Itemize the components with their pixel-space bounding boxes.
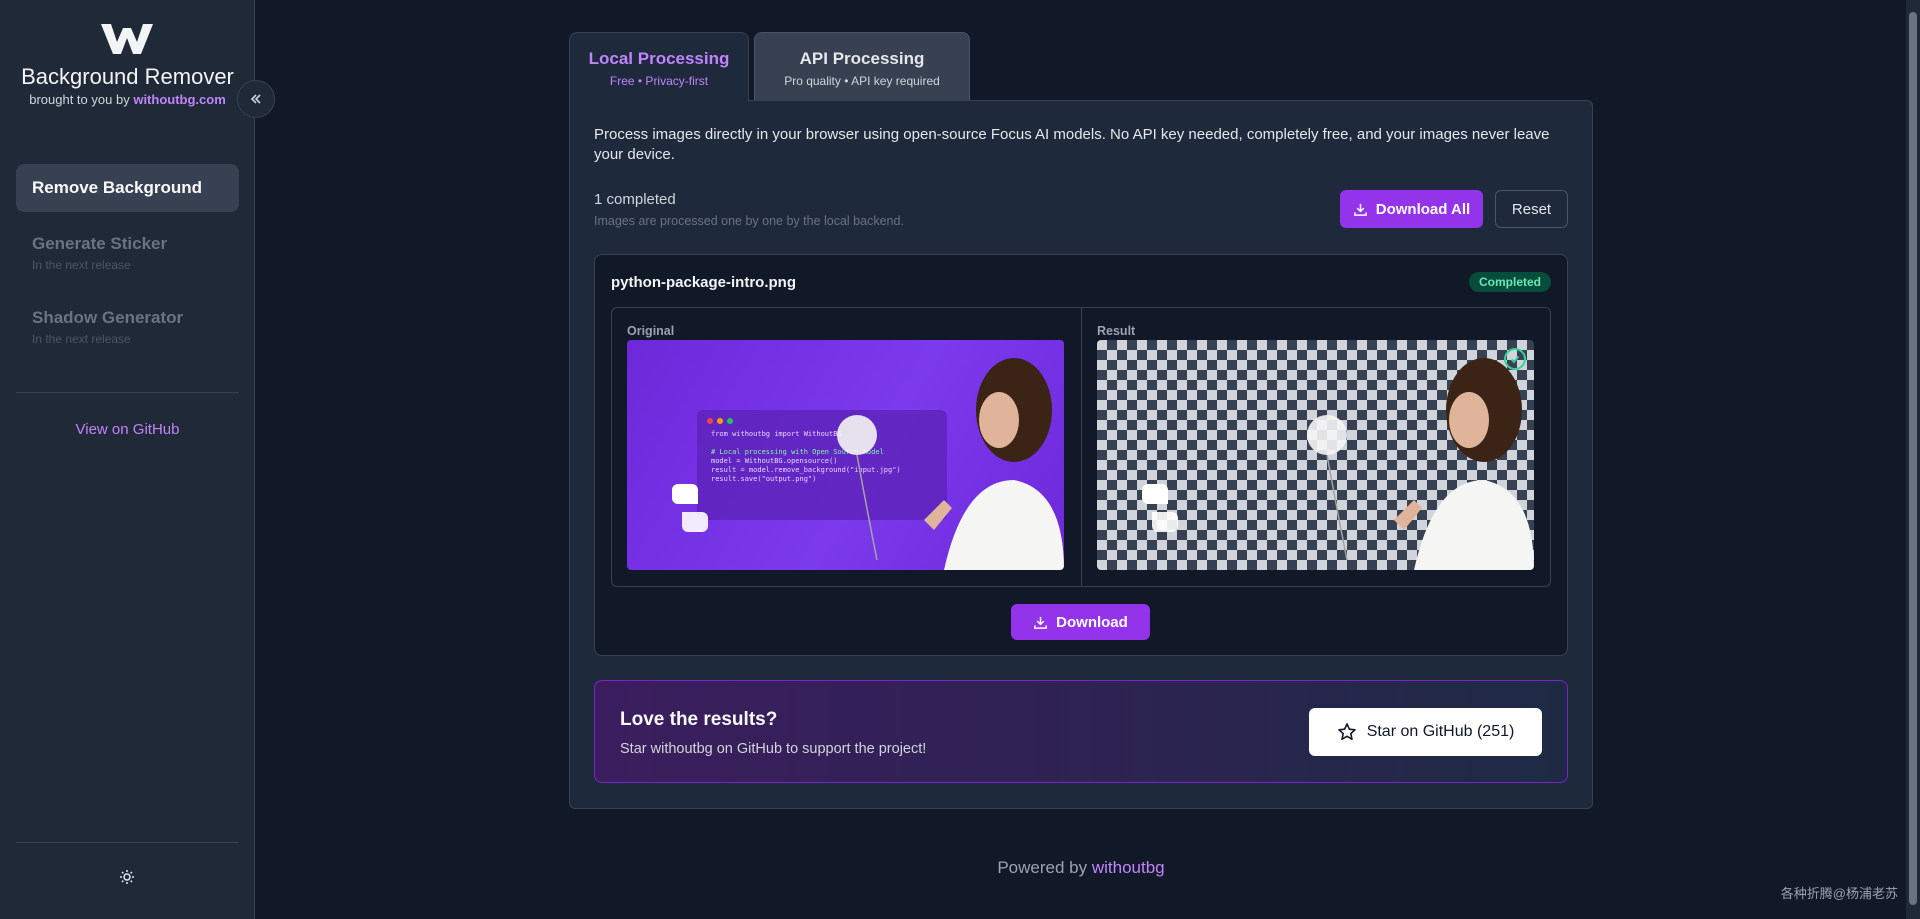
- star-label: Star on GitHub (251): [1366, 723, 1515, 740]
- chevrons-left-icon: [250, 94, 261, 104]
- download-all-button[interactable]: Download All: [1340, 190, 1483, 228]
- processing-note: Images are processed one by one by the l…: [594, 214, 904, 228]
- window-dot: [717, 418, 723, 424]
- reset-button[interactable]: Reset: [1495, 190, 1568, 228]
- collapse-sidebar-button[interactable]: [237, 80, 275, 118]
- status-badge: Completed: [1468, 272, 1551, 292]
- result-image: [1097, 340, 1534, 570]
- scrollbar-thumb[interactable]: [1909, 12, 1917, 905]
- tab-label: Local Processing: [588, 49, 730, 68]
- code-line: result.save("output.png"): [711, 475, 817, 483]
- code-line: result = model.remove_background("input.…: [711, 466, 901, 474]
- tab-local-processing[interactable]: Local Processing Free • Privacy-first: [569, 32, 749, 102]
- local-processing-panel: Process images directly in your browser …: [569, 100, 1593, 809]
- dandelion-icon: [837, 415, 878, 560]
- woman-photo: [924, 358, 1064, 570]
- view-on-github-link[interactable]: View on GitHub: [0, 421, 255, 438]
- footer-prefix: Powered by: [997, 858, 1088, 877]
- tab-sub: Free • Privacy-first: [609, 74, 709, 88]
- app-title: Background Remover: [21, 64, 234, 89]
- footer-link[interactable]: withoutbg: [1092, 858, 1165, 877]
- python-logo-icon: [672, 484, 708, 532]
- nav-label: Remove Background: [32, 178, 203, 197]
- code-line: model = WithoutBG.opensource(): [711, 457, 838, 465]
- completed-count: 1 completed: [594, 191, 676, 208]
- watermark: 各种折腾@杨浦老苏: [1780, 886, 1898, 901]
- download-icon: [1353, 203, 1367, 216]
- python-logo-icon: [1142, 484, 1178, 532]
- nav-label: Generate Sticker: [32, 234, 168, 253]
- theme-toggle-button[interactable]: [116, 866, 138, 888]
- image-comparison: Original from withoutbg import WithoutBG…: [611, 307, 1551, 587]
- nav-label: Shadow Generator: [32, 308, 184, 327]
- sidebar: Background Remover brought to you by wit…: [0, 0, 255, 919]
- dandelion-icon: [1307, 415, 1348, 560]
- byline-prefix: brought to you by: [29, 92, 130, 107]
- sidebar-divider: [16, 842, 239, 843]
- github-promo-banner: Love the results? Star withoutbg on GitH…: [594, 680, 1568, 783]
- check-icon: [1510, 355, 1520, 364]
- woman-cutout: [1394, 358, 1534, 570]
- sidebar-divider: [16, 392, 239, 393]
- promo-subtitle: Star withoutbg on GitHub to support the …: [620, 741, 927, 757]
- nav-generate-sticker: Generate Sticker In the next release: [16, 234, 239, 272]
- scrollbar[interactable]: [1906, 0, 1920, 919]
- nav-sub: In the next release: [32, 332, 131, 346]
- result-pane: Result: [1081, 308, 1550, 586]
- download-all-label: Download All: [1375, 200, 1471, 218]
- withoutbg-logo-icon: [101, 24, 153, 54]
- star-on-github-button[interactable]: Star on GitHub (251): [1309, 708, 1542, 756]
- nav-remove-background[interactable]: Remove Background: [16, 164, 239, 212]
- code-line: # Local processing with Open Source mode…: [711, 448, 884, 456]
- file-name: python-package-intro.png: [611, 274, 796, 291]
- download-button[interactable]: Download: [1011, 604, 1150, 640]
- tab-label: API Processing: [799, 49, 925, 68]
- window-dot: [707, 418, 713, 424]
- original-image: from withoutbg import WithoutBG # Local …: [627, 340, 1064, 570]
- code-line: from withoutbg import WithoutBG: [711, 430, 842, 438]
- window-dot: [727, 418, 733, 424]
- tab-sub: Pro quality • API key required: [784, 74, 940, 88]
- promo-title: Love the results?: [620, 709, 778, 730]
- result-card: python-package-intro.png Completed Origi…: [594, 254, 1568, 656]
- check-circle-icon: [1504, 348, 1526, 370]
- download-icon: [1034, 616, 1048, 629]
- panel-description: Process images directly in your browser …: [594, 126, 1550, 163]
- nav-sub: In the next release: [32, 258, 131, 272]
- original-label: Original: [627, 324, 675, 338]
- tab-api-processing[interactable]: API Processing Pro quality • API key req…: [754, 32, 970, 100]
- original-pane: Original from withoutbg import WithoutBG…: [612, 308, 1081, 586]
- nav-shadow-generator: Shadow Generator In the next release: [16, 308, 239, 346]
- result-label: Result: [1097, 324, 1136, 338]
- sun-icon: [120, 870, 134, 884]
- byline-link[interactable]: withoutbg.com: [133, 92, 225, 107]
- byline: brought to you by withoutbg.com: [0, 92, 255, 107]
- download-label: Download: [1056, 613, 1128, 631]
- footer: Powered by withoutbg: [569, 858, 1593, 878]
- star-icon: [1337, 723, 1356, 740]
